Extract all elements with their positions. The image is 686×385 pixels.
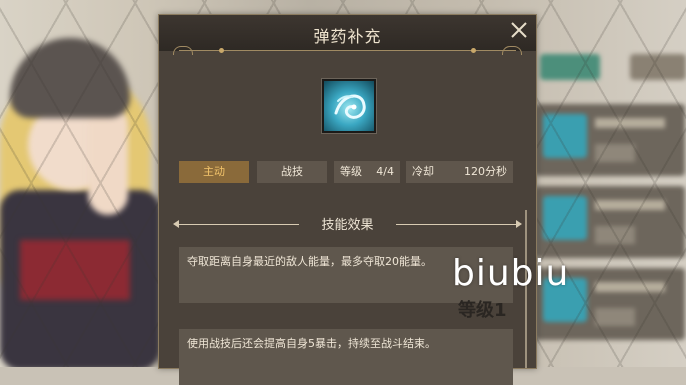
watermark-brand: biubiu (452, 253, 570, 294)
dialog-header: 弹药补充 (159, 15, 536, 55)
ammo-swirl-icon (322, 79, 376, 133)
skill-kind-tag: 主动 (179, 161, 249, 183)
cooldown-label: 冷却 (412, 165, 434, 178)
skill-level-stat: 等级 4/4 (334, 161, 400, 183)
cooldown-value: 120分秒 (464, 165, 507, 178)
level-value: 4/4 (376, 165, 394, 178)
close-icon[interactable] (506, 17, 532, 43)
level-label: 等级 (340, 165, 362, 178)
watermark: biubiu 等级1 (452, 253, 570, 322)
skill-category-tag: 战技 (257, 161, 327, 183)
effect-description: 使用战技后还会提高自身5暴击，持续至战斗结束。 (179, 329, 513, 385)
dialog-title: 弹药补充 (313, 27, 382, 46)
effects-section-header: 技能效果 (173, 214, 522, 234)
skill-cooldown-stat: 冷却 120分秒 (406, 161, 513, 183)
watermark-level: 等级1 (458, 300, 507, 321)
right-arrow-icon (516, 220, 522, 228)
